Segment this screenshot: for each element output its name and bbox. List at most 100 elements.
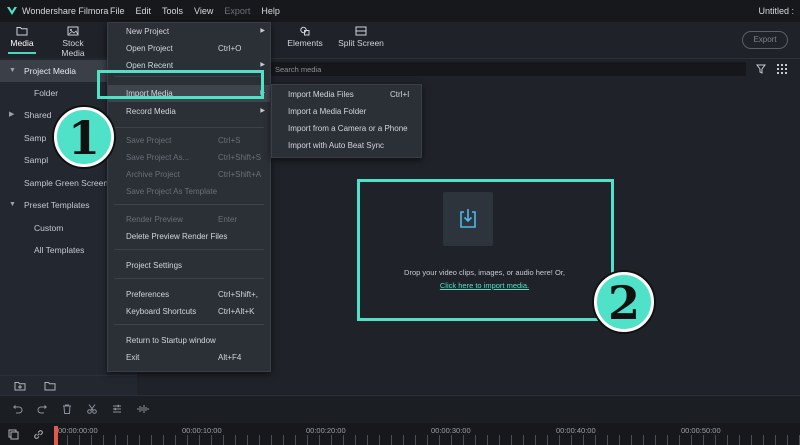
menu-item-label: Project Settings: [126, 261, 183, 270]
redo-icon[interactable]: [37, 404, 48, 414]
caret-right-icon[interactable]: ▶: [9, 104, 14, 126]
menu-item-delete-preview-render-files[interactable]: Delete Preview Render Files: [108, 228, 270, 245]
filter-icon[interactable]: [756, 64, 766, 74]
export-button[interactable]: Export: [742, 31, 788, 49]
menu-item-save-project-as[interactable]: Save Project As... Ctrl+Shift+S: [108, 149, 270, 166]
menu-help[interactable]: Help: [261, 6, 280, 16]
submenu-item-label: Import Media Files: [288, 90, 354, 99]
tree-item-label: Folder: [34, 88, 59, 98]
timecode-label: 00:00:20:00: [306, 426, 346, 435]
add-track-icon[interactable]: [8, 429, 19, 440]
folder-icon: [16, 27, 28, 36]
menu-item-shortcut: Ctrl+Shift+S: [218, 153, 262, 162]
menu-item-open-project[interactable]: Open Project Ctrl+O: [108, 40, 270, 57]
tree-item-label: Custom: [34, 223, 64, 233]
tab-stock-media-label: Stock Media: [61, 38, 85, 58]
search-bar: [271, 62, 746, 76]
menu-item-render-preview[interactable]: Render Preview Enter: [108, 211, 270, 228]
import-media-link[interactable]: Click here to import media.: [362, 281, 607, 290]
app-name: Wondershare Filmora: [22, 6, 109, 16]
submenu-item-import-camera-phone[interactable]: Import from a Camera or a Phone: [272, 120, 421, 137]
menu-item-save-as-template[interactable]: Save Project As Template: [108, 183, 270, 200]
tab-stock-media[interactable]: Stock Media: [50, 24, 96, 58]
menu-item-label: Save Project As Template: [126, 187, 218, 196]
image-icon: [67, 26, 79, 36]
audio-waveform-icon[interactable]: [137, 404, 149, 414]
menu-item-new-project[interactable]: New Project ▶: [108, 23, 270, 40]
menu-item-label: Exit: [126, 353, 140, 362]
menu-item-exit[interactable]: Exit Alt+F4: [108, 349, 270, 366]
timecode-label: 00:00:00:00: [58, 426, 98, 435]
submenu-item-import-media-files[interactable]: Import Media Files Ctrl+I: [272, 86, 421, 103]
timecode-label: 00:00:30:00: [431, 426, 471, 435]
submenu-item-import-auto-beat-sync[interactable]: Import with Auto Beat Sync: [272, 137, 421, 154]
menu-divider: [114, 324, 264, 325]
menu-item-shortcut: Alt+F4: [218, 353, 242, 362]
filmora-logo-icon: [7, 7, 17, 15]
ruler-ticks: [55, 435, 800, 445]
folder-icon[interactable]: [44, 381, 56, 391]
tab-media[interactable]: Media: [8, 24, 36, 54]
caret-down-icon[interactable]: ▼: [9, 194, 16, 216]
submenu-arrow-icon: ▶: [260, 28, 265, 34]
split-screen-icon: [355, 26, 367, 36]
timeline-toolbar: [0, 395, 800, 424]
menu-item-label: Save Project As...: [126, 153, 190, 162]
menu-export[interactable]: Export: [224, 6, 250, 16]
menu-item-label: Preferences: [126, 290, 170, 299]
menu-item-shortcut: Ctrl+Alt+K: [218, 307, 255, 316]
timecode-label: 00:00:10:00: [182, 426, 222, 435]
tab-split-screen[interactable]: Split Screen: [338, 24, 384, 48]
menu-divider: [114, 249, 264, 250]
tree-item-label: Shared: [24, 110, 52, 120]
adjust-icon[interactable]: [112, 404, 122, 414]
callout-step-1: 1: [54, 107, 114, 167]
menu-view[interactable]: View: [194, 6, 213, 16]
menu-tools[interactable]: Tools: [162, 6, 183, 16]
timecode-label: 00:00:40:00: [556, 426, 596, 435]
scissors-icon[interactable]: [87, 404, 97, 414]
menu-item-record-media[interactable]: Record Media ▶: [108, 103, 270, 120]
menu-bar: File Edit Tools View Export Help: [110, 6, 280, 16]
elements-icon: [300, 26, 310, 36]
tree-item-label: All Templates: [34, 245, 85, 255]
menu-item-label: Record Media: [126, 107, 176, 116]
tree-item-label: Sampl: [24, 155, 49, 165]
import-media-submenu: Import Media Files Ctrl+I Import a Media…: [271, 84, 422, 158]
import-icon: [460, 209, 476, 228]
menu-item-return-to-startup[interactable]: Return to Startup window: [108, 332, 270, 349]
import-icon-button[interactable]: [443, 192, 493, 246]
caret-down-icon[interactable]: ▼: [9, 60, 16, 82]
menu-divider: [114, 204, 264, 205]
menu-item-label: Delete Preview Render Files: [126, 232, 228, 241]
menu-item-preferences[interactable]: Preferences Ctrl+Shift+,: [108, 286, 270, 303]
tree-item-label: Preset Templates: [24, 200, 90, 210]
menu-item-shortcut: Ctrl+O: [218, 44, 242, 53]
menu-edit[interactable]: Edit: [136, 6, 152, 16]
submenu-arrow-icon: ▶: [260, 108, 265, 114]
submenu-item-import-folder[interactable]: Import a Media Folder: [272, 103, 421, 120]
search-input[interactable]: [275, 62, 735, 76]
link-icon[interactable]: [33, 429, 44, 440]
tree-item-label: Samp: [24, 133, 47, 143]
grid-view-icon[interactable]: [777, 64, 787, 74]
document-title: Untitled :: [758, 6, 794, 16]
menu-item-shortcut: Enter: [218, 215, 238, 224]
menu-file[interactable]: File: [110, 6, 125, 16]
submenu-item-label: Import a Media Folder: [288, 107, 367, 116]
menu-item-archive-project[interactable]: Archive Project Ctrl+Shift+A: [108, 166, 270, 183]
menu-item-keyboard-shortcuts[interactable]: Keyboard Shortcuts Ctrl+Alt+K: [108, 303, 270, 320]
menu-divider: [114, 278, 264, 279]
left-panel-footer: [0, 375, 137, 396]
menu-item-project-settings[interactable]: Project Settings: [108, 257, 270, 274]
delete-icon[interactable]: [62, 404, 72, 414]
undo-icon[interactable]: [12, 404, 23, 414]
menu-item-shortcut: Ctrl+S: [218, 136, 241, 145]
menu-item-label: Archive Project: [126, 170, 180, 179]
drop-instructions: Drop your video clips, images, or audio …: [404, 268, 565, 277]
menu-item-label: Return to Startup window: [126, 336, 216, 345]
tab-elements[interactable]: Elements: [286, 24, 324, 48]
new-folder-icon[interactable]: [14, 381, 26, 391]
menu-item-label: New Project: [126, 27, 170, 36]
menu-item-save-project[interactable]: Save Project Ctrl+S: [108, 132, 270, 149]
